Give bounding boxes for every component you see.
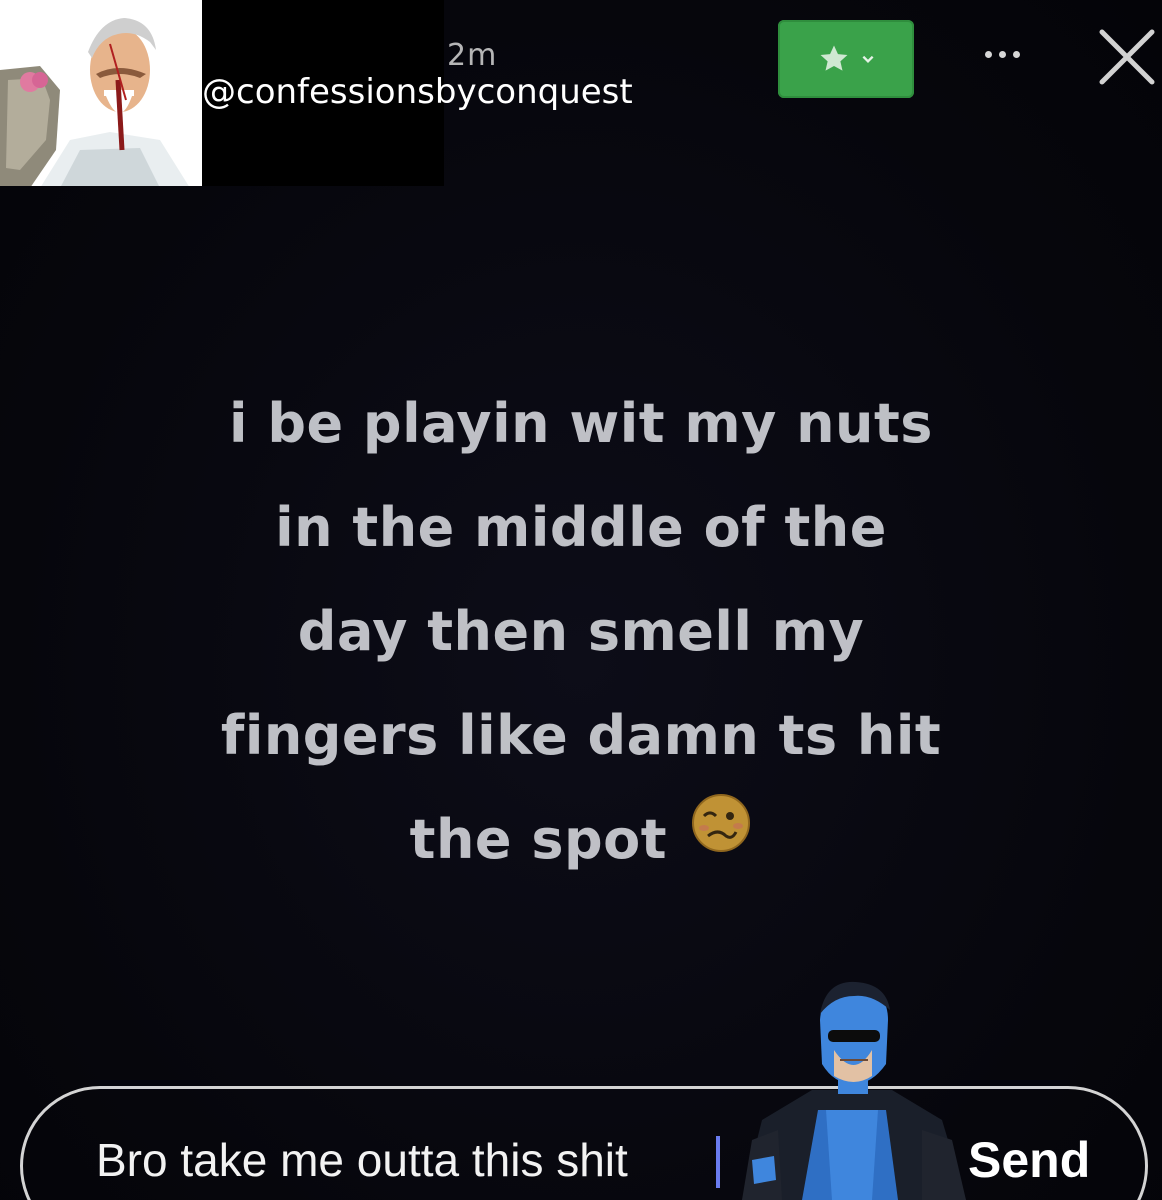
message-text: i be playin wit my nuts in the middle of… — [60, 372, 1102, 892]
message-line: i be playin wit my nuts — [229, 392, 933, 455]
message-line: day then smell my — [297, 600, 865, 663]
text-cursor — [716, 1136, 720, 1188]
message-input-value[interactable]: Bro take me outta this shit — [96, 1133, 628, 1187]
chevron-down-icon — [862, 55, 874, 63]
star-icon — [820, 45, 848, 71]
send-button[interactable]: Send — [968, 1131, 1090, 1189]
message-line: in the middle of the — [275, 496, 887, 559]
message-last-line: the spot — [60, 788, 1102, 892]
profile-header: @confessionsbyconquest — [0, 0, 633, 186]
superhero-sticker — [722, 980, 982, 1200]
avatar[interactable] — [0, 0, 202, 186]
message-line: fingers like damn ts hit — [220, 704, 942, 767]
timestamp: 2m — [447, 38, 498, 73]
username-handle[interactable]: @confessionsbyconquest — [202, 72, 633, 112]
screenshot-canvas: 2m @confessionsbyconquest i be playin wi… — [0, 0, 1162, 1200]
message-line: the spot — [409, 808, 668, 871]
close-icon[interactable] — [1096, 26, 1158, 88]
woozy-face-icon — [690, 784, 752, 888]
favorite-button[interactable] — [778, 20, 914, 98]
more-dots-icon[interactable] — [972, 34, 1032, 74]
